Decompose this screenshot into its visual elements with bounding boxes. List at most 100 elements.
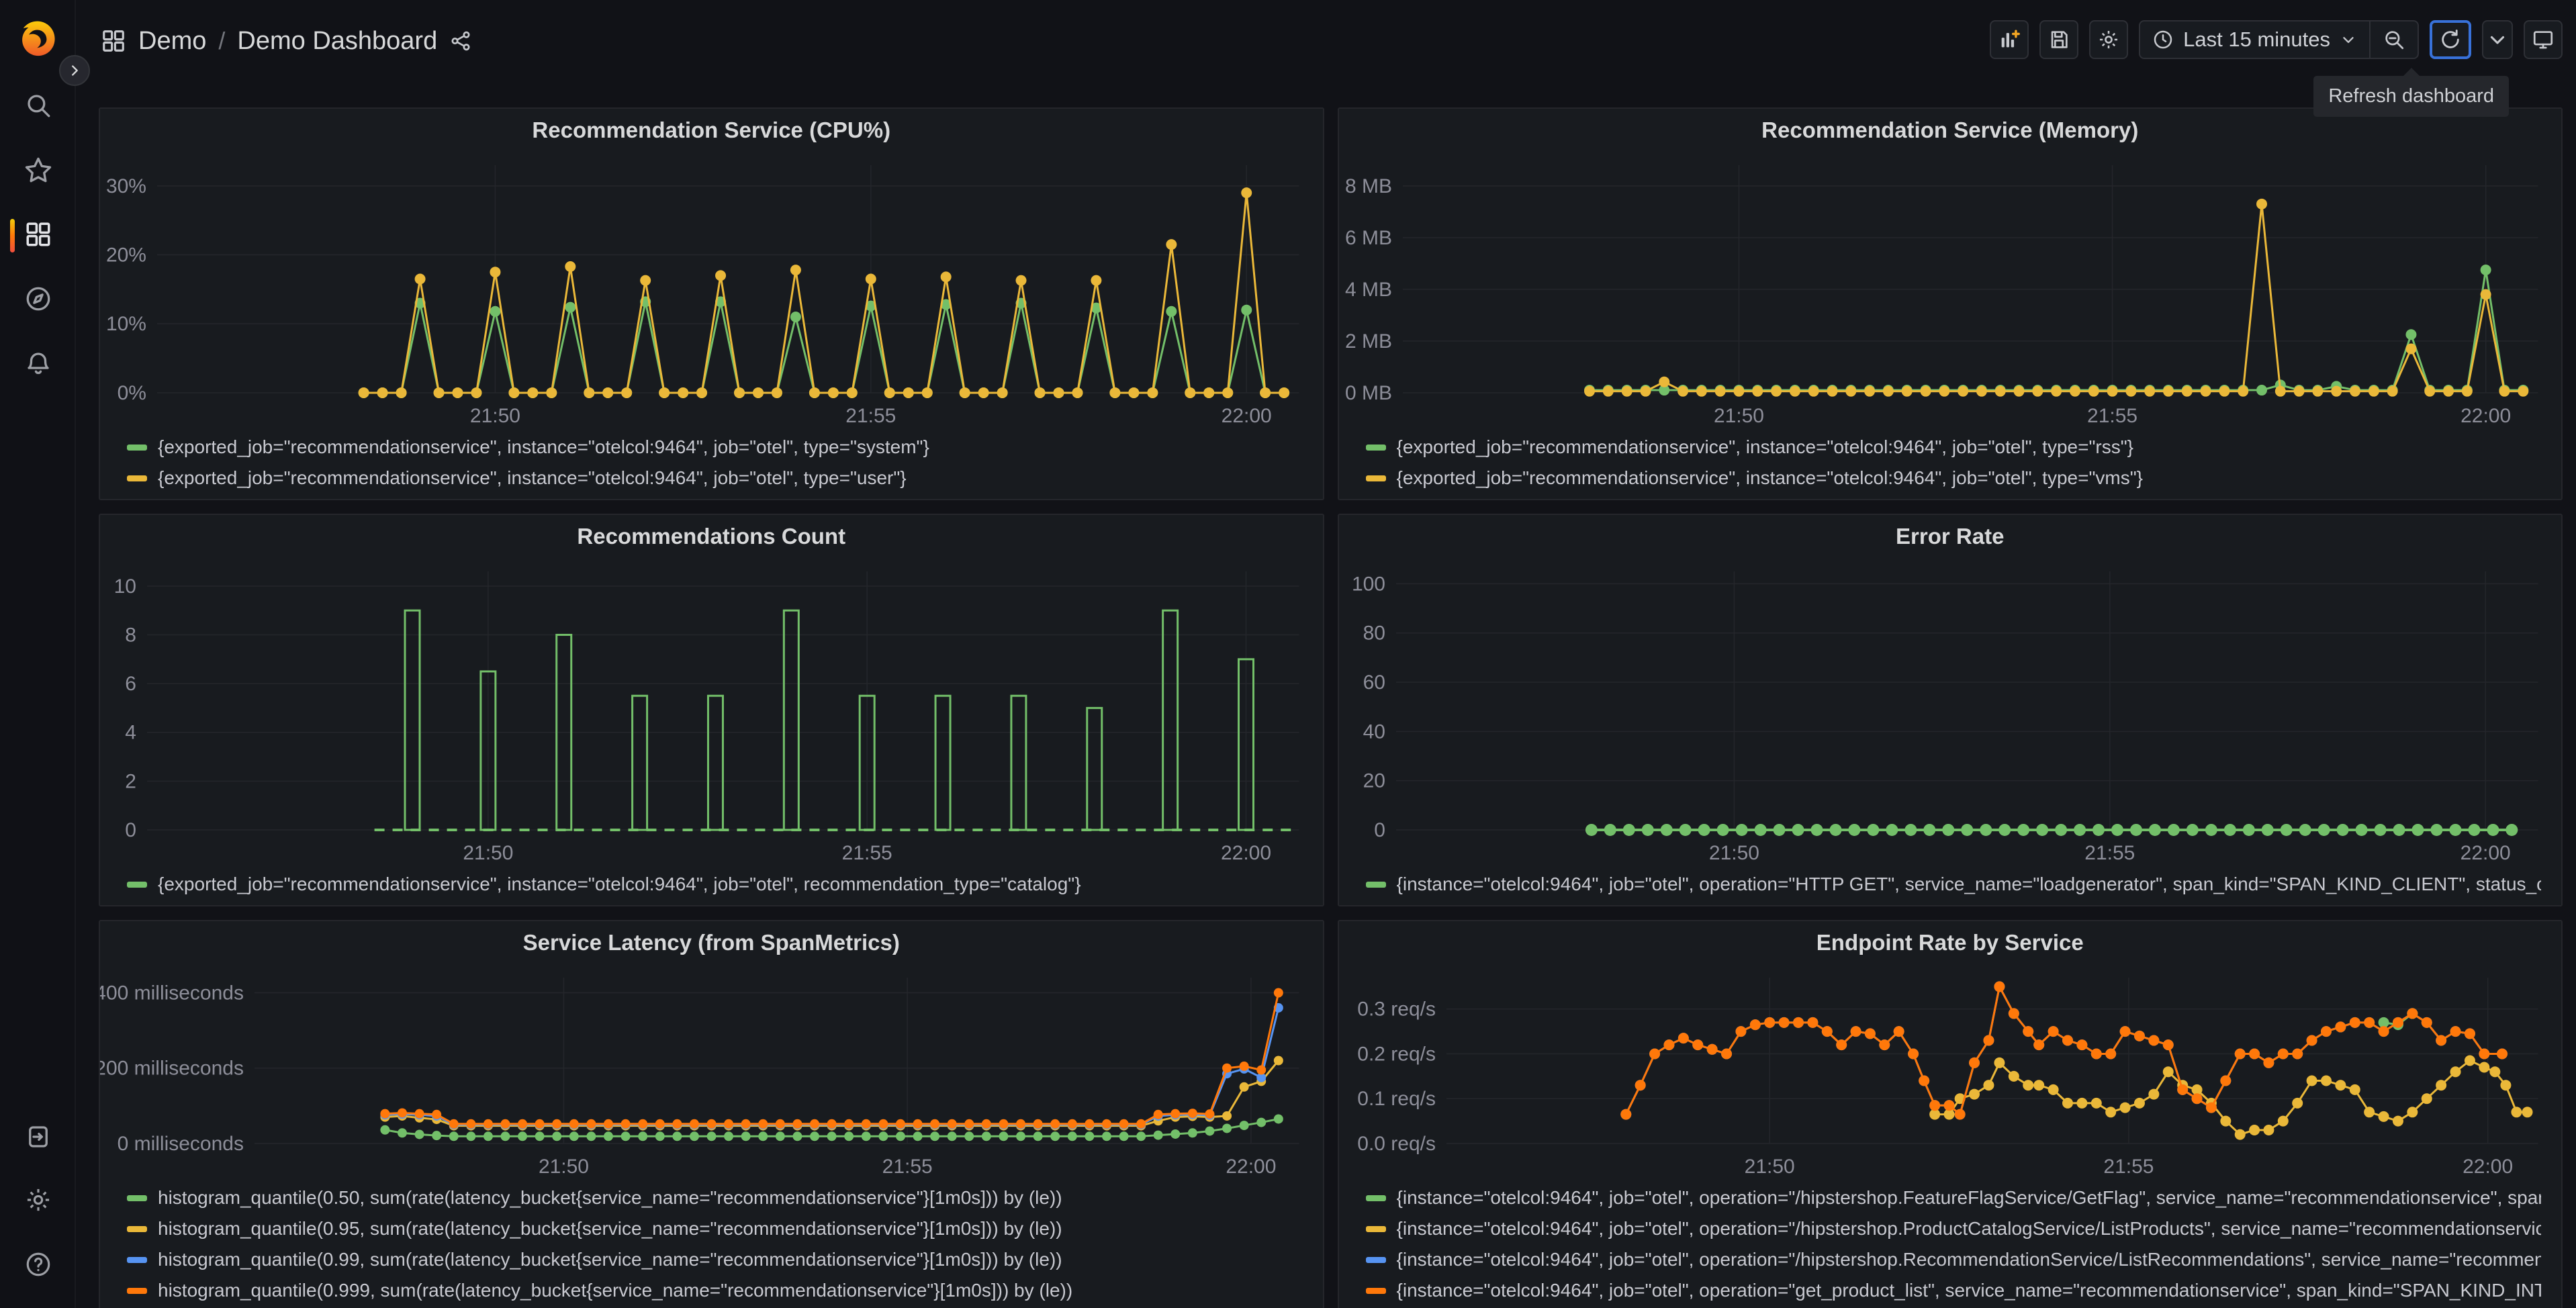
svg-text:21:50: 21:50	[1713, 405, 1763, 427]
panel-legend: {exported_job="recommendationservice", i…	[1339, 430, 2562, 499]
bar-chart[interactable]: 0 2 4 6 8 10 21:50 21:55 22:00	[100, 558, 1323, 868]
legend-swatch	[127, 1287, 147, 1294]
legend-item[interactable]: histogram_quantile(0.50, sum(rate(latenc…	[127, 1182, 1303, 1213]
dashboards-grid-icon	[26, 222, 50, 246]
svg-text:21:50: 21:50	[539, 1156, 589, 1178]
legend-item[interactable]: histogram_quantile(0.95, sum(rate(latenc…	[127, 1213, 1303, 1244]
svg-text:22:00: 22:00	[1222, 405, 1272, 427]
bell-icon	[28, 353, 49, 375]
svg-text:21:55: 21:55	[882, 1156, 933, 1178]
legend-label: {instance="otelcol:9464", job="otel", op…	[1396, 1187, 2542, 1208]
legend-item[interactable]: histogram_quantile(0.999, sum(rate(laten…	[127, 1275, 1303, 1306]
expand-sidebar-button[interactable]	[59, 55, 90, 86]
star-icon	[25, 157, 52, 183]
sidebar-item-help[interactable]	[19, 1245, 58, 1284]
search-icon	[28, 95, 50, 118]
legend-label: {instance="otelcol:9464", job="otel", op…	[1396, 1280, 2542, 1301]
legend-label: histogram_quantile(0.999, sum(rate(laten…	[158, 1280, 1073, 1301]
panel-title[interactable]: Endpoint Rate by Service	[1339, 921, 2562, 964]
legend-item[interactable]: {instance="otelcol:9464", job="otel", op…	[1365, 1213, 2542, 1244]
legend-item[interactable]: {instance="otelcol:9464", job="otel", op…	[1365, 869, 2541, 900]
panel-legend: {exported_job="recommendationservice", i…	[100, 430, 1323, 499]
svg-text:22:00: 22:00	[2460, 842, 2510, 864]
panel-recommendation-cpu: Recommendation Service (CPU%) 0% 10% 20% 30…	[99, 107, 1324, 500]
legend-item[interactable]: {instance="otelcol:9464", job="otel", op…	[1365, 1182, 2542, 1213]
breadcrumb-page[interactable]: Demo Dashboard	[237, 27, 437, 56]
svg-text:200 milliseconds: 200 milliseconds	[100, 1058, 244, 1080]
svg-text:0 milliseconds: 0 milliseconds	[118, 1133, 244, 1155]
legend-label: {exported_job="recommendationservice", i…	[1396, 467, 2144, 488]
panel-title[interactable]: Error Rate	[1339, 515, 2562, 558]
refresh-interval-button[interactable]	[2482, 20, 2513, 59]
time-series-chart[interactable]: 0 milliseconds 200 milliseconds 400 millis…	[100, 964, 1323, 1181]
save-dashboard-button[interactable]	[2039, 20, 2079, 59]
svg-text:22:00: 22:00	[1221, 842, 1271, 864]
time-controls: Last 15 minutes	[2139, 20, 2419, 59]
legend-item[interactable]: {exported_job="recommendationservice", i…	[127, 432, 1303, 463]
dashboard-toolbar: Last 15 minutes	[1990, 20, 2563, 59]
refresh-dashboard-button[interactable]	[2430, 20, 2471, 59]
legend-label: {exported_job="recommendationservice", i…	[158, 874, 1081, 894]
panel-title[interactable]: Service Latency (from SpanMetrics)	[100, 921, 1323, 964]
time-range-picker[interactable]: Last 15 minutes	[2140, 21, 2369, 58]
breadcrumb-section[interactable]: Demo	[138, 27, 206, 56]
legend-item[interactable]: {exported_job="recommendationservice", i…	[127, 869, 1303, 900]
gear-icon	[27, 1188, 50, 1211]
panel-title[interactable]: Recommendations Count	[100, 515, 1323, 558]
sidebar-item-dashboards[interactable]	[19, 215, 58, 254]
dashboard-settings-button[interactable]	[2089, 20, 2129, 59]
svg-text:80: 80	[1363, 622, 1385, 645]
monitor-icon	[2533, 31, 2553, 49]
legend-item[interactable]: {instance="otelcol:9464", job="otel", op…	[1365, 1244, 2541, 1275]
gear-icon	[2100, 30, 2118, 49]
sidebar-item-starred[interactable]	[19, 150, 58, 189]
sidebar-item-sign-in[interactable]	[19, 1117, 58, 1156]
legend-item[interactable]: {exported_job="recommendationservice", i…	[127, 463, 1303, 494]
legend-label: {instance="otelcol:9464", job="otel", op…	[1396, 1218, 2542, 1239]
svg-text:400 milliseconds: 400 milliseconds	[100, 982, 244, 1004]
sidebar-item-settings[interactable]	[19, 1180, 58, 1219]
legend-label: histogram_quantile(0.95, sum(rate(latenc…	[158, 1218, 1062, 1239]
panel-legend: {instance="otelcol:9464", job="otel", op…	[1339, 868, 2562, 905]
legend-item[interactable]: {exported_job="recommendationservice", i…	[1365, 432, 2542, 463]
grafana-logo-icon[interactable]	[11, 9, 64, 62]
legend-swatch	[127, 881, 147, 888]
breadcrumb-separator: /	[218, 27, 226, 54]
sidebar	[0, 0, 90, 1308]
svg-text:0.3 req/s: 0.3 req/s	[1357, 998, 1436, 1021]
time-series-chart[interactable]: 0 20 40 60 80 100 21:50 21:55 22:00	[1339, 558, 2562, 868]
legend-item[interactable]: histogram_quantile(0.99, sum(rate(latenc…	[127, 1244, 1303, 1275]
legend-label: histogram_quantile(0.50, sum(rate(latenc…	[158, 1187, 1062, 1208]
svg-text:6 MB: 6 MB	[1344, 227, 1391, 249]
time-series-chart[interactable]: 0% 10% 20% 30% 21:50 21:55 22:00	[100, 152, 1323, 430]
svg-text:40: 40	[1363, 720, 1385, 743]
chevron-right-icon	[72, 65, 78, 76]
svg-text:21:55: 21:55	[2084, 842, 2135, 864]
panel-legend: {exported_job="recommendationservice", i…	[100, 868, 1323, 905]
top-bar: Demo / Demo Dashboard Last 15 minutes Re…	[76, 0, 2576, 117]
svg-text:22:00: 22:00	[2463, 1156, 2513, 1178]
grafana-app: Demo / Demo Dashboard Last 15 minutes Re…	[0, 0, 2576, 1308]
sidebar-item-alerting[interactable]	[19, 344, 58, 383]
svg-text:21:50: 21:50	[463, 842, 513, 864]
legend-item[interactable]: {exported_job="recommendationservice", i…	[1365, 463, 2542, 494]
panel-legend: histogram_quantile(0.50, sum(rate(latenc…	[100, 1181, 1323, 1308]
svg-text:20%: 20%	[106, 244, 146, 267]
sidebar-item-explore[interactable]	[19, 279, 58, 318]
legend-item[interactable]: {instance="otelcol:9464", job="otel", op…	[1365, 1275, 2542, 1306]
svg-text:22:00: 22:00	[1226, 1156, 1276, 1178]
sidebar-item-search[interactable]	[19, 86, 58, 125]
panel-title[interactable]: Recommendation Service (CPU%)	[100, 109, 1323, 152]
add-panel-button[interactable]	[1990, 20, 2029, 59]
legend-label: {exported_job="recommendationservice", i…	[158, 467, 907, 488]
time-series-chart[interactable]: 0 MB 2 MB 4 MB 6 MB 8 MB 21:50 21:55 22:00	[1339, 152, 2562, 430]
svg-text:0 MB: 0 MB	[1344, 382, 1391, 404]
zoom-out-button[interactable]	[2371, 21, 2418, 58]
share-icon[interactable]	[449, 30, 472, 52]
legend-swatch	[127, 475, 147, 481]
svg-text:0.2 req/s: 0.2 req/s	[1357, 1043, 1436, 1065]
svg-text:30%: 30%	[106, 175, 146, 197]
legend-swatch	[127, 1195, 147, 1201]
kiosk-mode-button[interactable]	[2524, 20, 2563, 59]
time-series-chart[interactable]: 0.0 req/s 0.1 req/s 0.2 req/s 0.3 req/s 21:5…	[1339, 964, 2562, 1181]
